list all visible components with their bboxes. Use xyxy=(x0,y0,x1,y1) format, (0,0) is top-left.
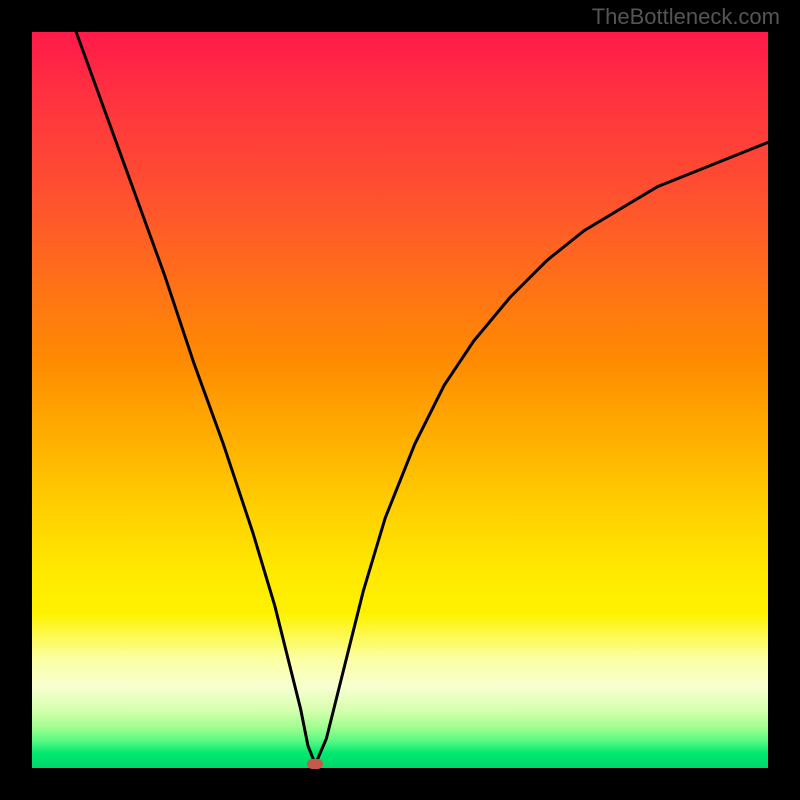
minimum-marker-dot xyxy=(307,759,323,769)
watermark-text: TheBottleneck.com xyxy=(592,4,780,30)
chart-plot-area xyxy=(32,32,768,768)
bottleneck-curve xyxy=(32,32,768,768)
